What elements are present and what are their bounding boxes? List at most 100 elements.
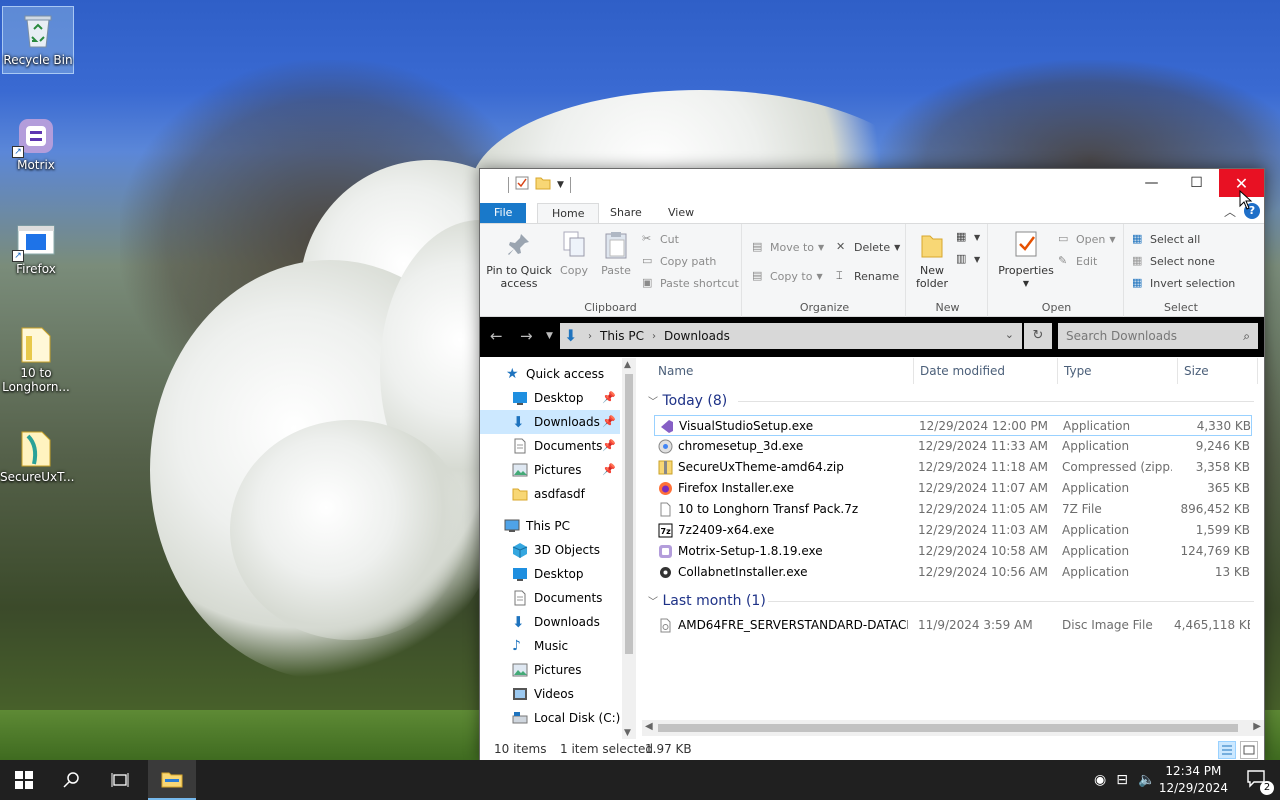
open-button[interactable]: ▭ Open ▼ [1058,232,1116,246]
tab-file[interactable]: File [480,203,527,223]
table-row[interactable]: chromesetup_3d.exe 12/29/2024 11:33 AM A… [654,436,1252,457]
group-header-last-month[interactable]: ﹀ Last month (1) [648,590,1254,612]
table-row[interactable]: 10 to Longhorn Transf Pack.7z 12/29/2024… [654,499,1252,520]
tab-home[interactable]: Home [537,203,600,224]
scroll-up-icon[interactable]: ▲ [624,360,631,370]
nav-asdfasdf[interactable]: asdfasdf [480,482,620,506]
nav-scroll-thumb[interactable] [625,374,633,654]
rename-button[interactable]: ⌶ Rename [836,269,899,283]
nav-videos[interactable]: Videos [480,682,620,706]
new-folder-button[interactable]: New folder [912,230,952,290]
tab-share[interactable]: Share [596,203,656,223]
refresh-button[interactable]: ↻ [1024,323,1052,349]
invert-selection-button[interactable]: ▦ Invert selection [1132,276,1235,290]
table-row[interactable]: SecureUxTheme-amd64.zip 12/29/2024 11:18… [654,457,1252,478]
column-header-name[interactable]: Name [652,358,914,384]
nav-3d-objects[interactable]: 3D Objects [480,538,620,562]
nav-quick-access[interactable]: ★ Quick access [480,362,620,386]
copy-to-button[interactable]: ▤ Copy to ▼ [752,269,823,283]
start-button[interactable] [0,760,48,800]
paste-shortcut-button[interactable]: ▣ Paste shortcut [642,276,739,290]
easy-access-button[interactable]: ▥ ▼ [956,252,980,266]
paste-button[interactable]: Paste [596,230,636,277]
nav-documents[interactable]: Documents 📌 [480,434,620,458]
task-view-button[interactable] [96,760,144,800]
qat-dropdown-icon[interactable]: ▼ [557,180,564,190]
details-view-icon [1222,745,1232,755]
horizontal-scrollbar[interactable]: ◀ ▶ [642,720,1264,736]
properties-qat-icon[interactable] [515,176,529,193]
table-row[interactable]: Firefox Installer.exe 12/29/2024 11:07 A… [654,478,1252,499]
address-bar[interactable]: ⬇ › This PC › Downloads ⌄ [560,323,1022,349]
clock[interactable]: 12:34 PM 12/29/2024 [1159,763,1228,797]
pin-quick-access-button[interactable]: Pin to Quick access [486,230,552,290]
nav-pc-pictures[interactable]: Pictures [480,658,620,682]
nav-pictures[interactable]: Pictures 📌 [480,458,620,482]
nav-pc-documents[interactable]: Documents [480,586,620,610]
notification-center-button[interactable]: 2 [1246,768,1274,795]
edit-button[interactable]: ✎ Edit [1058,254,1097,268]
recent-locations-icon[interactable]: ▼ [546,331,553,341]
table-row[interactable]: 7z 7z2409-x64.exe 12/29/2024 11:03 AM Ap… [654,520,1252,541]
large-icons-view-button[interactable] [1240,741,1258,759]
nav-this-pc[interactable]: This PC [480,514,620,538]
breadcrumb-downloads[interactable]: Downloads [664,329,730,343]
maximize-button[interactable]: ☐ [1174,169,1219,197]
scroll-left-icon[interactable]: ◀ [645,721,653,732]
nav-pc-desktop[interactable]: Desktop [480,562,620,586]
scroll-down-icon[interactable]: ▼ [624,728,631,738]
back-arrow-icon[interactable]: ← [490,327,503,345]
column-header-type[interactable]: Type [1058,358,1178,384]
table-row[interactable]: VisualStudioSetup.exe 12/29/2024 12:00 P… [654,415,1252,436]
desktop-icon-secureux[interactable]: SecureUxT... [0,424,75,484]
new-folder-qat-icon[interactable] [535,176,551,193]
desktop-icon-recycle-bin[interactable]: Recycle Bin [2,6,74,74]
tab-view[interactable]: View [654,203,708,223]
paste-shortcut-icon: ▣ [642,276,653,289]
horizontal-scroll-thumb[interactable] [658,724,1238,732]
desktop-icon-motrix[interactable]: ↗ Motrix [0,112,72,172]
new-folder-icon [918,230,946,260]
table-row[interactable]: AMD64FRE_SERVERSTANDARD-DATACEN... 11/9/… [654,615,1252,636]
new-item-button[interactable]: ▦ ▼ [956,230,980,244]
nav-downloads[interactable]: ⬇ Downloads 📌 [480,410,620,434]
network-icon[interactable]: ⊟ [1116,772,1128,788]
nav-music[interactable]: ♪ Music [480,634,620,658]
column-header-date[interactable]: Date modified [914,358,1058,384]
forward-arrow-icon[interactable]: → [520,327,533,345]
select-all-button[interactable]: ▦ Select all [1132,232,1200,246]
nav-desktop[interactable]: Desktop 📌 [480,386,620,410]
properties-button[interactable]: Properties ▼ [996,230,1056,290]
desktop-icon-firefox[interactable]: ↗ Firefox [0,216,72,276]
delete-button[interactable]: ✕ Delete ▼ [836,240,900,254]
nav-scrollbar[interactable]: ▲ ▼ [622,358,636,740]
network-globe-icon[interactable]: ◉ [1094,772,1106,788]
minimize-button[interactable]: — [1129,169,1174,197]
desktop-icon-longhorn-pack[interactable]: 10 to Longhorn... [0,320,72,394]
copy-button[interactable]: Copy [554,230,594,277]
cut-button[interactable]: ✂ Cut [642,232,679,246]
ribbon-collapse-icon[interactable]: ︿ [1224,203,1236,220]
ribbon-group-organize: ▤ Move to ▼ ▤ Copy to ▼ ✕ Delete ▼ ⌶ Rename Org… [744,224,906,318]
title-bar[interactable]: ▼ — ☐ ✕ [480,169,1264,201]
search-button[interactable] [48,760,96,800]
select-none-button[interactable]: ▦ Select none [1132,254,1215,268]
address-dropdown-icon[interactable]: ⌄ [1005,328,1014,341]
scroll-right-icon[interactable]: ▶ [1253,721,1261,732]
firefox-window-icon: ↗ [12,220,56,262]
copy-path-button[interactable]: ▭ Copy path [642,254,716,268]
downloads-icon: ⬇ [512,613,525,631]
nav-pc-downloads[interactable]: ⬇ Downloads [480,610,620,634]
column-header-size[interactable]: Size [1178,358,1258,384]
volume-muted-icon[interactable]: 🔈 [1138,772,1155,788]
status-selected: 1 item selected [560,742,654,756]
details-view-button[interactable] [1218,741,1236,759]
search-input[interactable]: Search Downloads ⌕ [1058,323,1258,349]
table-row[interactable]: CollabnetInstaller.exe 12/29/2024 10:56 … [654,562,1252,583]
group-header-today[interactable]: ﹀ Today (8) [648,390,1254,412]
table-row[interactable]: Motrix-Setup-1.8.19.exe 12/29/2024 10:58… [654,541,1252,562]
breadcrumb-this-pc[interactable]: This PC [600,329,644,343]
move-to-button[interactable]: ▤ Move to ▼ [752,240,824,254]
taskbar-file-explorer[interactable] [148,760,196,800]
nav-local-disk[interactable]: Local Disk (C:) [480,706,620,730]
